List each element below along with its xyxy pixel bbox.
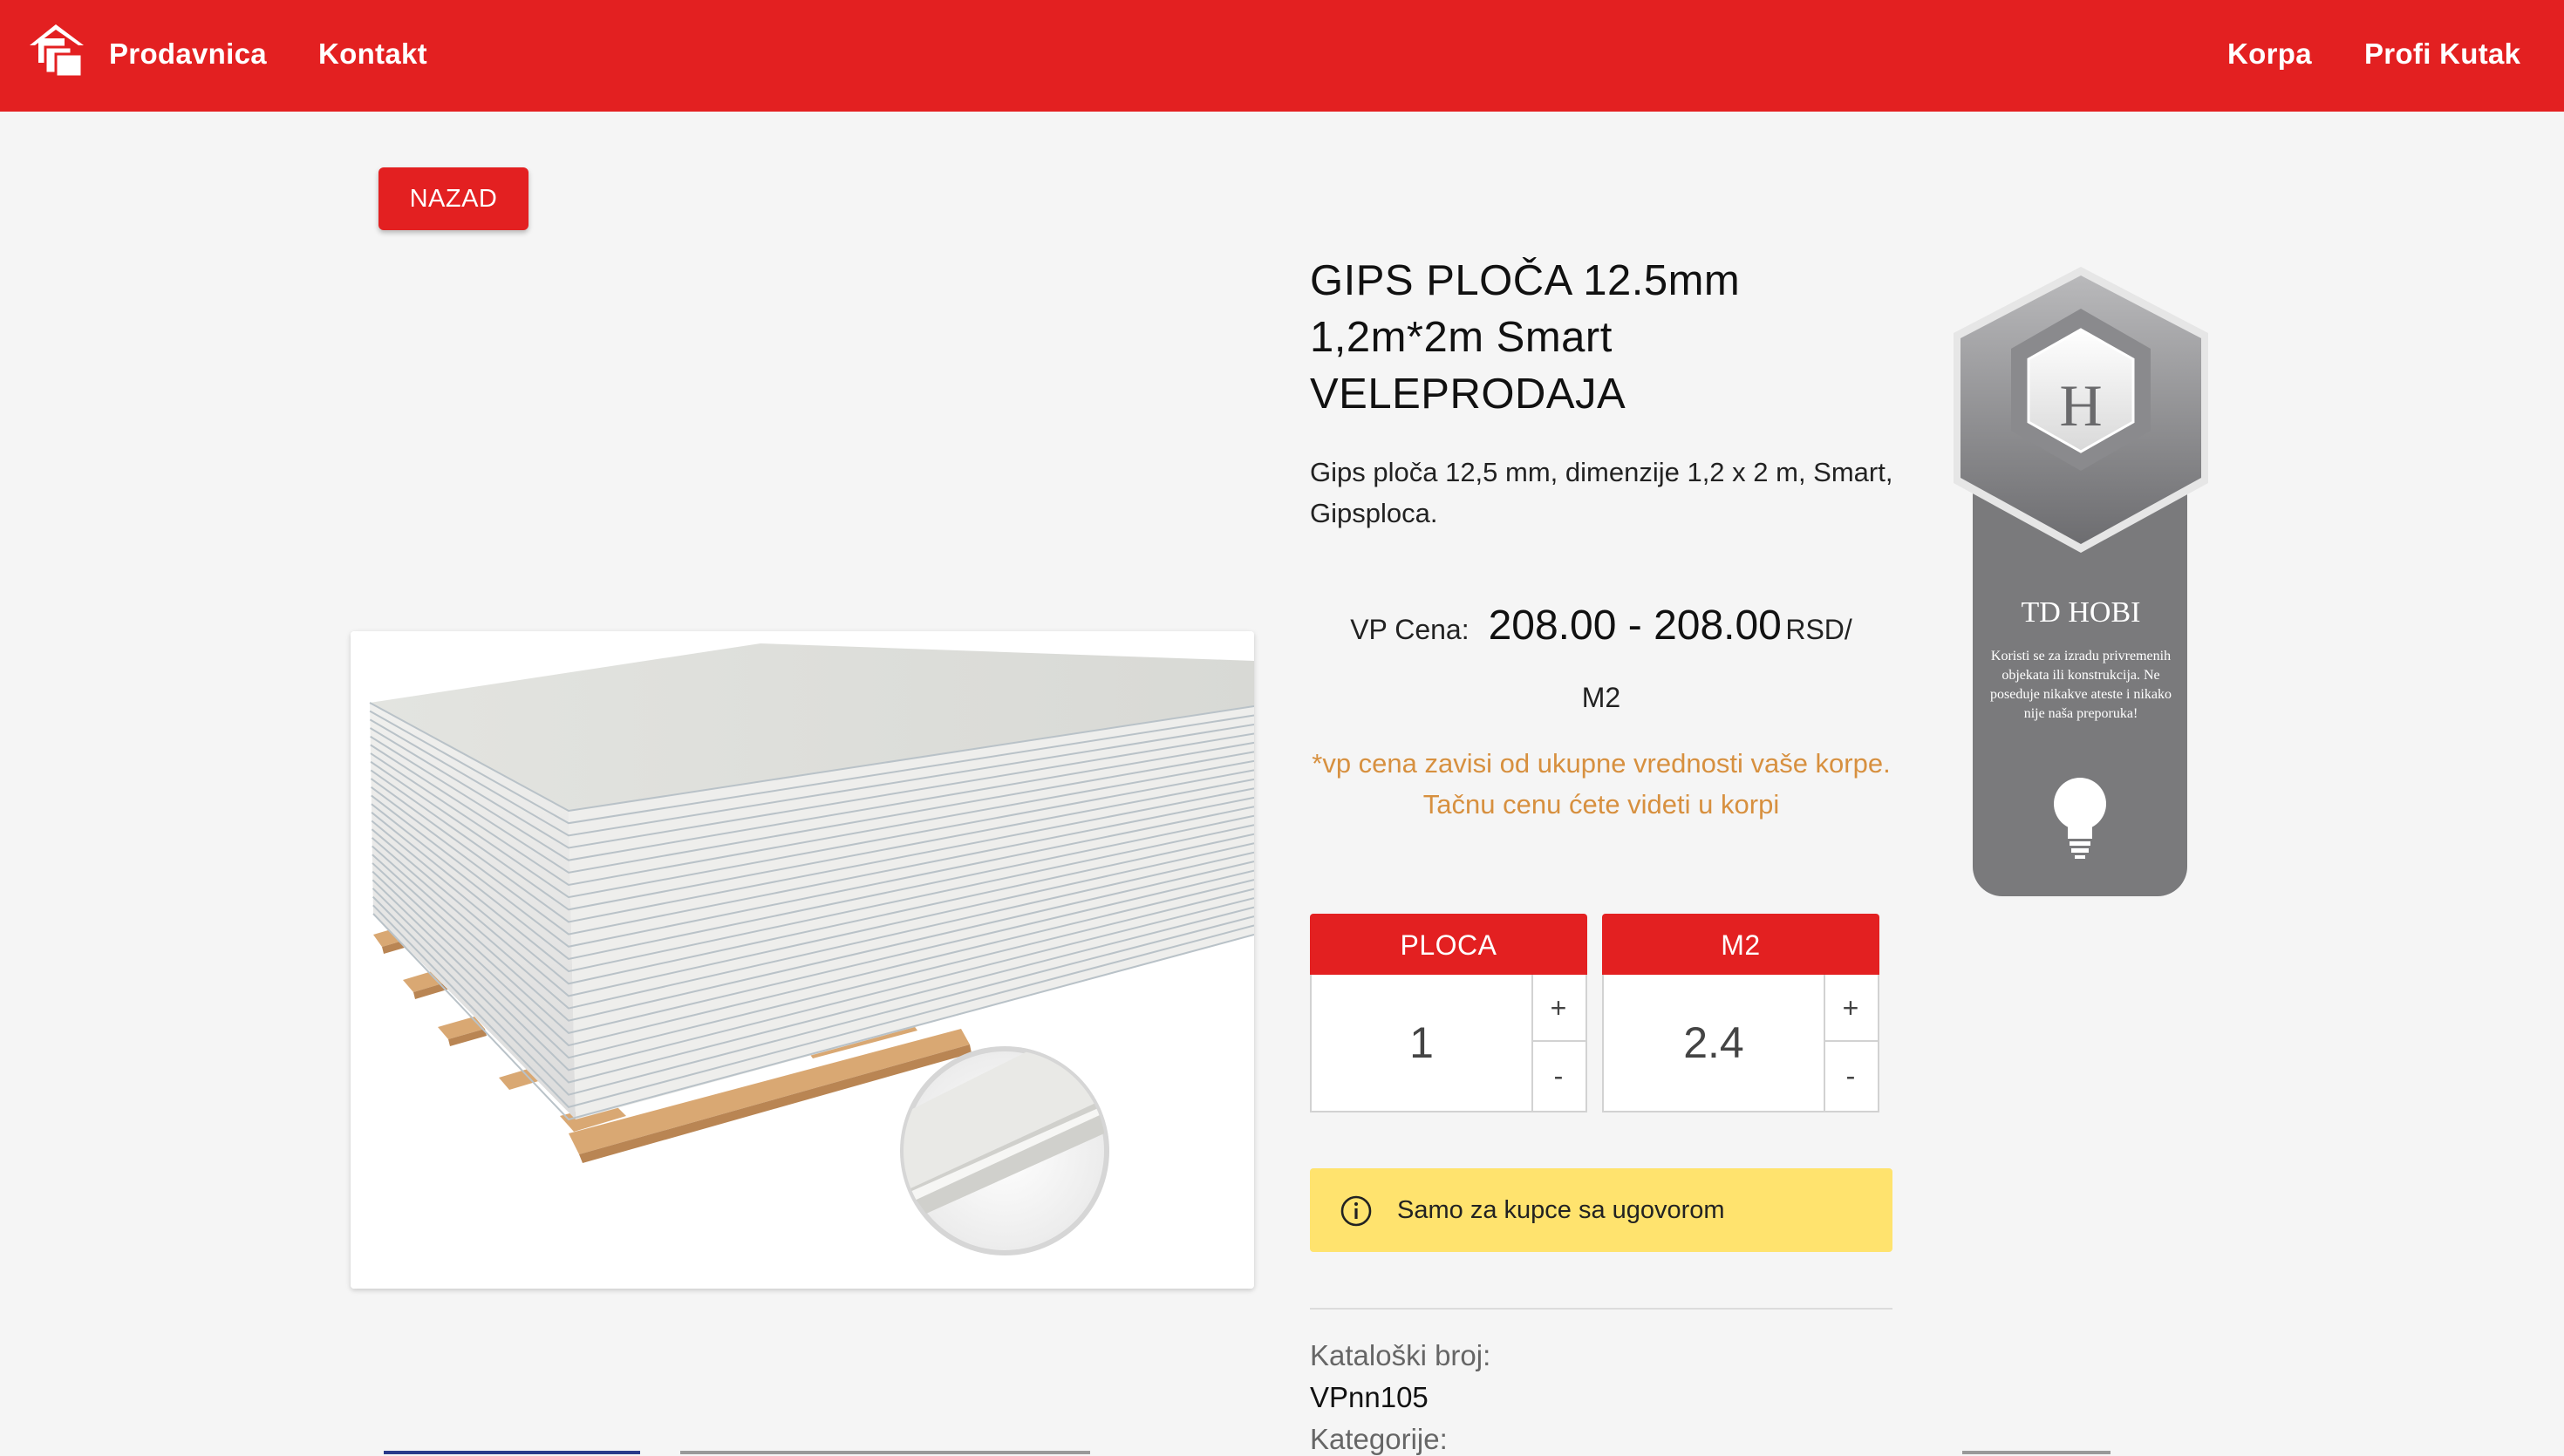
badge-text: Koristi se za izradu privremenih objekat…	[1990, 649, 2172, 721]
back-button[interactable]: NAZAD	[378, 167, 528, 230]
badge-letter: H	[2059, 372, 2103, 439]
plate-quantity-input[interactable]: 1	[1312, 975, 1533, 1111]
info-icon	[1340, 1195, 1372, 1227]
badge-title: TD HOBI	[2021, 596, 2141, 629]
catalog-number-label: Kataloški broj:	[1310, 1339, 1491, 1371]
drywall-stack-illustration	[351, 631, 1254, 1289]
store-logo-icon[interactable]	[26, 19, 87, 80]
price-label: VP Cena:	[1350, 614, 1470, 645]
m2-increment-button[interactable]: +	[1824, 975, 1878, 1042]
plate-increment-button[interactable]: +	[1531, 975, 1585, 1042]
product-image[interactable]	[351, 631, 1254, 1289]
contract-notice: Samo za kupce sa ugovorom	[1310, 1168, 1892, 1252]
price-row: VP Cena: 208.00 - 208.00 RSD/	[1310, 602, 1892, 650]
nav-contact-link[interactable]: Kontakt	[318, 0, 427, 108]
price-value: 208.00 - 208.00	[1488, 602, 1782, 649]
nav-shop-link[interactable]: Prodavnica	[109, 0, 267, 108]
plate-quantity-label: PLOCA	[1310, 914, 1587, 975]
divider	[1310, 1308, 1892, 1310]
plate-decrement-button[interactable]: -	[1531, 1043, 1585, 1110]
product-title: GIPS PLOČA 12.5mm 1,2m*2m Smart VELEPROD…	[1310, 257, 1741, 418]
partial-footer-content	[0, 1451, 2564, 1456]
plate-quantity-box: PLOCA 1 + -	[1310, 914, 1587, 1112]
catalog-number-value: VPnn105	[1310, 1381, 1429, 1413]
price-currency: RSD/	[1785, 614, 1852, 645]
nav-cart-link[interactable]: Korpa	[2227, 0, 2312, 108]
m2-quantity-box: M2 2.4 + -	[1602, 914, 1879, 1112]
price-unit: M2	[1581, 682, 1621, 713]
nav-pro-corner-link[interactable]: Profi Kutak	[2364, 0, 2520, 108]
contract-notice-text: Samo za kupce sa ugovorom	[1397, 1196, 1725, 1224]
product-description: Gips ploča 12,5 mm, dimenzije 1,2 x 2 m,…	[1310, 457, 1893, 528]
m2-decrement-button[interactable]: -	[1824, 1043, 1878, 1110]
price-note: *vp cena zavisi od ukupne vrednosti vaše…	[1312, 748, 1891, 820]
m2-quantity-label: M2	[1602, 914, 1879, 975]
top-navbar: Prodavnica Kontakt Korpa Profi Kutak	[0, 0, 2564, 112]
m2-quantity-input[interactable]: 2.4	[1604, 975, 1825, 1111]
td-hobi-badge	[1954, 267, 2208, 896]
